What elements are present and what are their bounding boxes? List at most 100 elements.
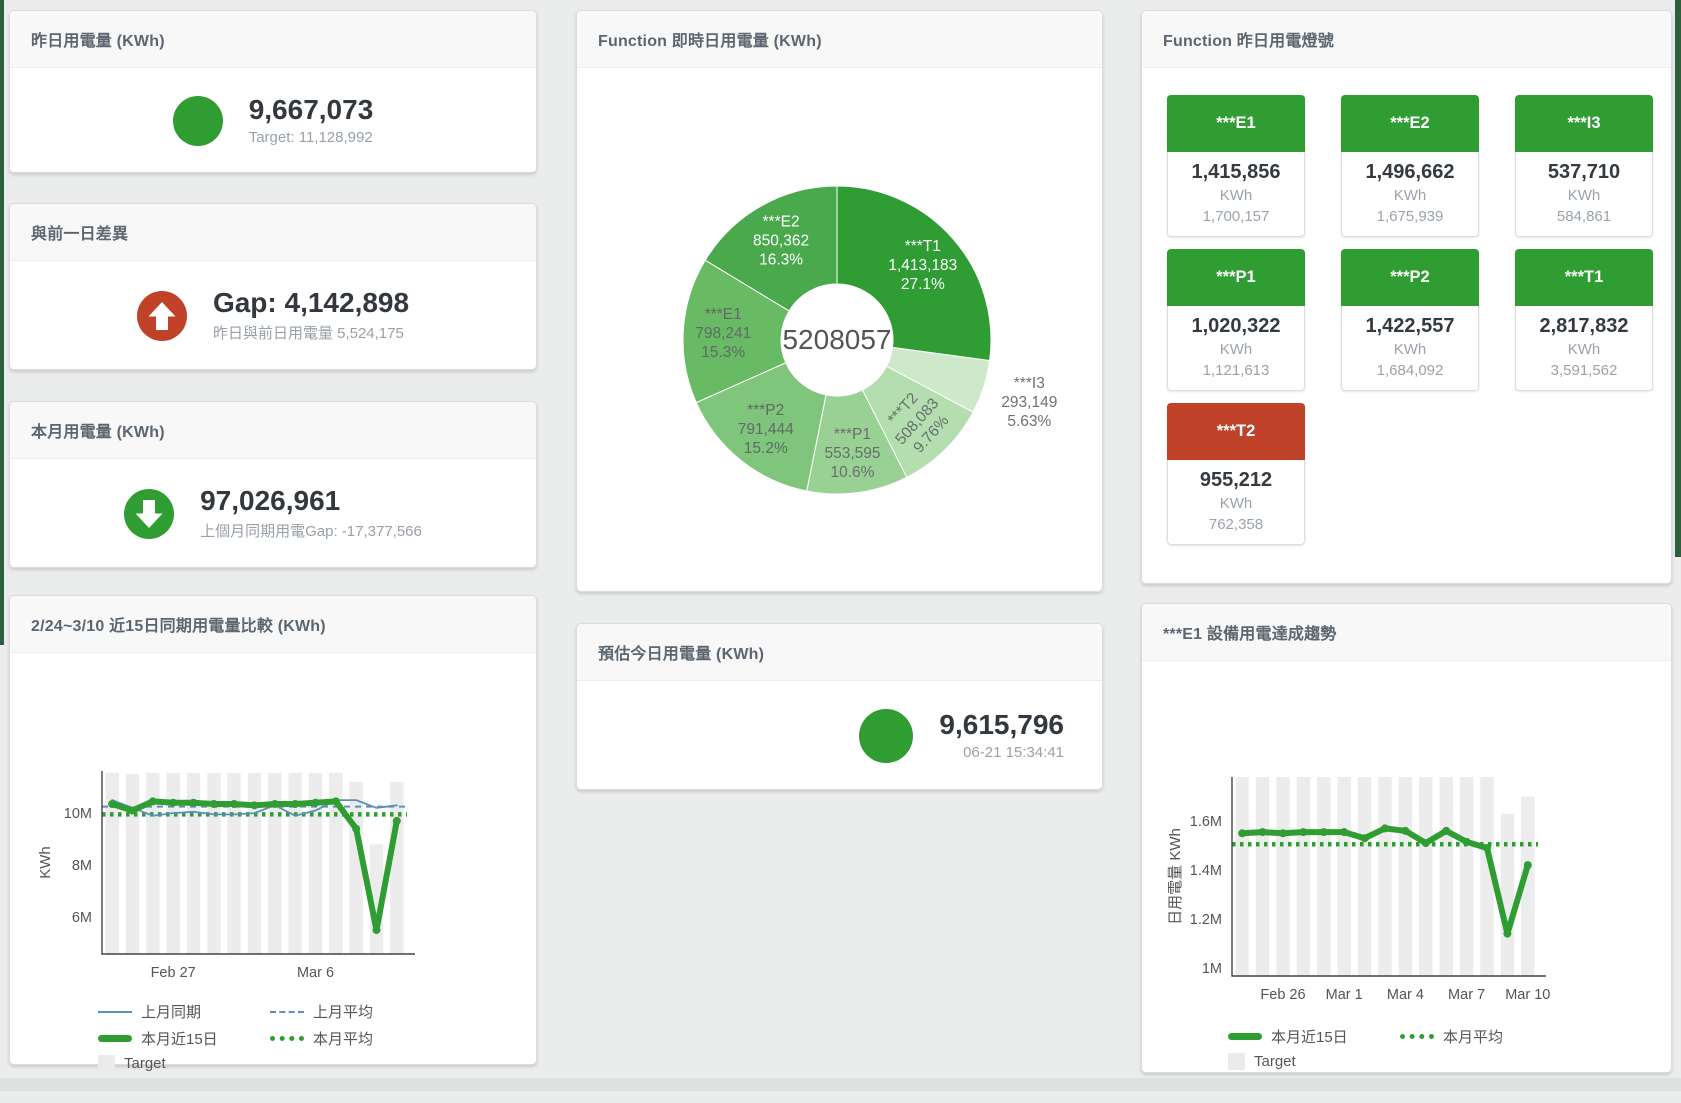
target-bar <box>1317 777 1330 976</box>
target-bar <box>1256 777 1269 976</box>
data-point <box>129 807 137 815</box>
legend-item-green-thick: 本月近15日 <box>98 1028 270 1049</box>
card-yesterday-body: 9,667,073 Target: 11,128,992 <box>10 68 536 173</box>
target-bar <box>1235 777 1248 976</box>
x-tick-label: Mar 6 <box>297 965 334 981</box>
data-point <box>1503 930 1511 938</box>
status-circle-icon <box>173 96 223 146</box>
tile-unit: KWh <box>1518 339 1650 360</box>
x-tick-label: Feb 26 <box>1260 987 1305 1003</box>
kpi-subtext: 06-21 15:34:41 <box>939 744 1064 761</box>
trend-chart-body: 1M1.2M1.4M1.6MFeb 26Mar 1Mar 4Mar 7Mar 1… <box>1142 661 1671 1070</box>
compare-chart: 6M8M10MFeb 27Mar 6KWh <box>10 653 536 988</box>
legend-label: Target <box>124 1055 166 1072</box>
trend-chart: 1M1.2M1.4M1.6MFeb 26Mar 1Mar 4Mar 7Mar 1… <box>1142 661 1671 1013</box>
tile-target-value: 584,861 <box>1518 206 1650 227</box>
card-month-body: 97,026,961 上個月同期用電Gap: -17,377,566 <box>10 459 536 568</box>
card-lamp-header: Function 昨日用電燈號 <box>1142 11 1671 68</box>
tile-value: 1,422,557 <box>1344 313 1476 339</box>
data-point <box>108 800 116 808</box>
kpi-subtext: 上個月同期用電Gap: -17,377,566 <box>200 520 422 541</box>
target-bar <box>1337 777 1350 976</box>
tile-value: 1,020,322 <box>1170 313 1302 339</box>
legend-item-gray-bar: Target <box>98 1055 270 1072</box>
data-point <box>1422 839 1430 847</box>
card-month-title: 本月用電量 (KWh) <box>31 418 165 442</box>
data-point <box>352 825 360 833</box>
y-axis-label: KWh <box>37 846 54 879</box>
data-point <box>169 799 177 807</box>
data-point <box>190 799 198 807</box>
y-tick-label: 6M <box>72 910 92 926</box>
card-15day-compare: 2/24~3/10 近15日同期用電量比較 (KWh) 6M8M10MFeb 2… <box>9 595 537 1065</box>
lamp-tile-E1: ***E11,415,856KWh1,700,157 <box>1167 95 1305 237</box>
data-point <box>1463 838 1471 846</box>
data-point <box>312 799 320 807</box>
card-lamp-panel: Function 昨日用電燈號 ***E11,415,856KWh1,700,1… <box>1141 10 1672 584</box>
legend-label: 本月平均 <box>1443 1026 1503 1047</box>
legend-swatch <box>98 1055 115 1072</box>
data-point <box>291 800 299 808</box>
legend-label: 本月近15日 <box>141 1028 218 1049</box>
target-bar <box>207 773 220 954</box>
card-compare-title: 2/24~3/10 近15日同期用電量比較 (KWh) <box>31 612 326 636</box>
kpi-value: 9,667,073 <box>249 95 374 126</box>
tile-value: 2,817,832 <box>1518 313 1650 339</box>
data-point <box>373 926 381 934</box>
right-edge-strip <box>1675 0 1681 557</box>
legend-item-green-thick: 本月近15日 <box>1228 1026 1400 1047</box>
tile-header: ***I3 <box>1515 95 1653 152</box>
y-tick-label: 1.2M <box>1190 912 1222 928</box>
donut-slice-label: ***I3293,1495.63% <box>1001 375 1057 430</box>
target-bar <box>1297 777 1310 976</box>
lamp-tile-P2: ***P21,422,557KWh1,684,092 <box>1341 249 1479 391</box>
card-lamp-title: Function 昨日用電燈號 <box>1163 27 1334 51</box>
legend-item-gray-bar: Target <box>1228 1053 1400 1070</box>
legend-swatch <box>98 1011 132 1013</box>
data-point <box>1279 829 1287 837</box>
tile-target-value: 3,591,562 <box>1518 360 1650 381</box>
card-gap-title: 與前一日差異 <box>31 220 128 244</box>
trend-chart-legend: 本月近15日 本月平均 Target <box>1228 1026 1588 1070</box>
x-tick-label: Feb 27 <box>151 965 196 981</box>
card-estimate-header: 預估今日用電量 (KWh) <box>577 624 1102 681</box>
tile-value: 1,415,856 <box>1170 159 1302 185</box>
y-tick-label: 8M <box>72 858 92 874</box>
card-estimate-title: 預估今日用電量 (KWh) <box>598 640 764 664</box>
data-point <box>1238 829 1246 837</box>
card-e1-trend: ***E1 設備用電達成趨勢 1M1.2M1.4M1.6MFeb 26Mar 1… <box>1141 603 1672 1073</box>
target-bar <box>227 773 240 954</box>
data-point <box>1483 844 1491 852</box>
data-point <box>1442 827 1450 835</box>
legend-item-blue-dashed: 上月平均 <box>270 1001 458 1022</box>
legend-swatch <box>270 1036 304 1041</box>
tile-unit: KWh <box>1170 493 1302 514</box>
dashboard-page: { "page": { "bg": "#ebecec", "edge_color… <box>0 0 1681 1091</box>
x-tick-label: Mar 4 <box>1387 987 1424 1003</box>
tile-target-value: 1,700,157 <box>1170 206 1302 227</box>
card-gap-header: 與前一日差異 <box>10 204 536 261</box>
compare-chart-legend: 上月同期上月平均本月近15日 本月平均 Target <box>98 1001 458 1072</box>
legend-label: 本月平均 <box>313 1028 373 1049</box>
data-point <box>393 817 401 825</box>
card-today-estimate: 預估今日用電量 (KWh) 9,615,796 06-21 15:34:41 <box>576 623 1103 790</box>
legend-item-blue-line: 上月同期 <box>98 1001 270 1022</box>
left-edge-strip <box>0 0 4 645</box>
target-bar <box>1439 777 1452 976</box>
kpi-subtext: Target: 11,128,992 <box>249 129 374 146</box>
data-point <box>1361 834 1369 842</box>
target-bar <box>1276 777 1289 976</box>
card-gap-body: Gap: 4,142,898 昨日與前日用電量 5,524,175 <box>10 261 536 370</box>
card-gap-previous-day: 與前一日差異 Gap: 4,142,898 昨日與前日用電量 5,524,175 <box>9 203 537 370</box>
legend-swatch <box>270 1011 304 1013</box>
tile-unit: KWh <box>1344 185 1476 206</box>
kpi-value: 9,615,796 <box>939 710 1064 741</box>
target-bar <box>1378 777 1391 976</box>
data-point <box>1381 824 1389 832</box>
legend-label: Target <box>1254 1053 1296 1070</box>
arrow-up-circle-icon <box>137 291 187 341</box>
data-point <box>1340 828 1348 836</box>
tile-target-value: 1,675,939 <box>1344 206 1476 227</box>
card-yesterday-title: 昨日用電量 (KWh) <box>31 27 165 51</box>
lamp-tiles-grid: ***E11,415,856KWh1,700,157***E21,496,662… <box>1142 68 1671 545</box>
